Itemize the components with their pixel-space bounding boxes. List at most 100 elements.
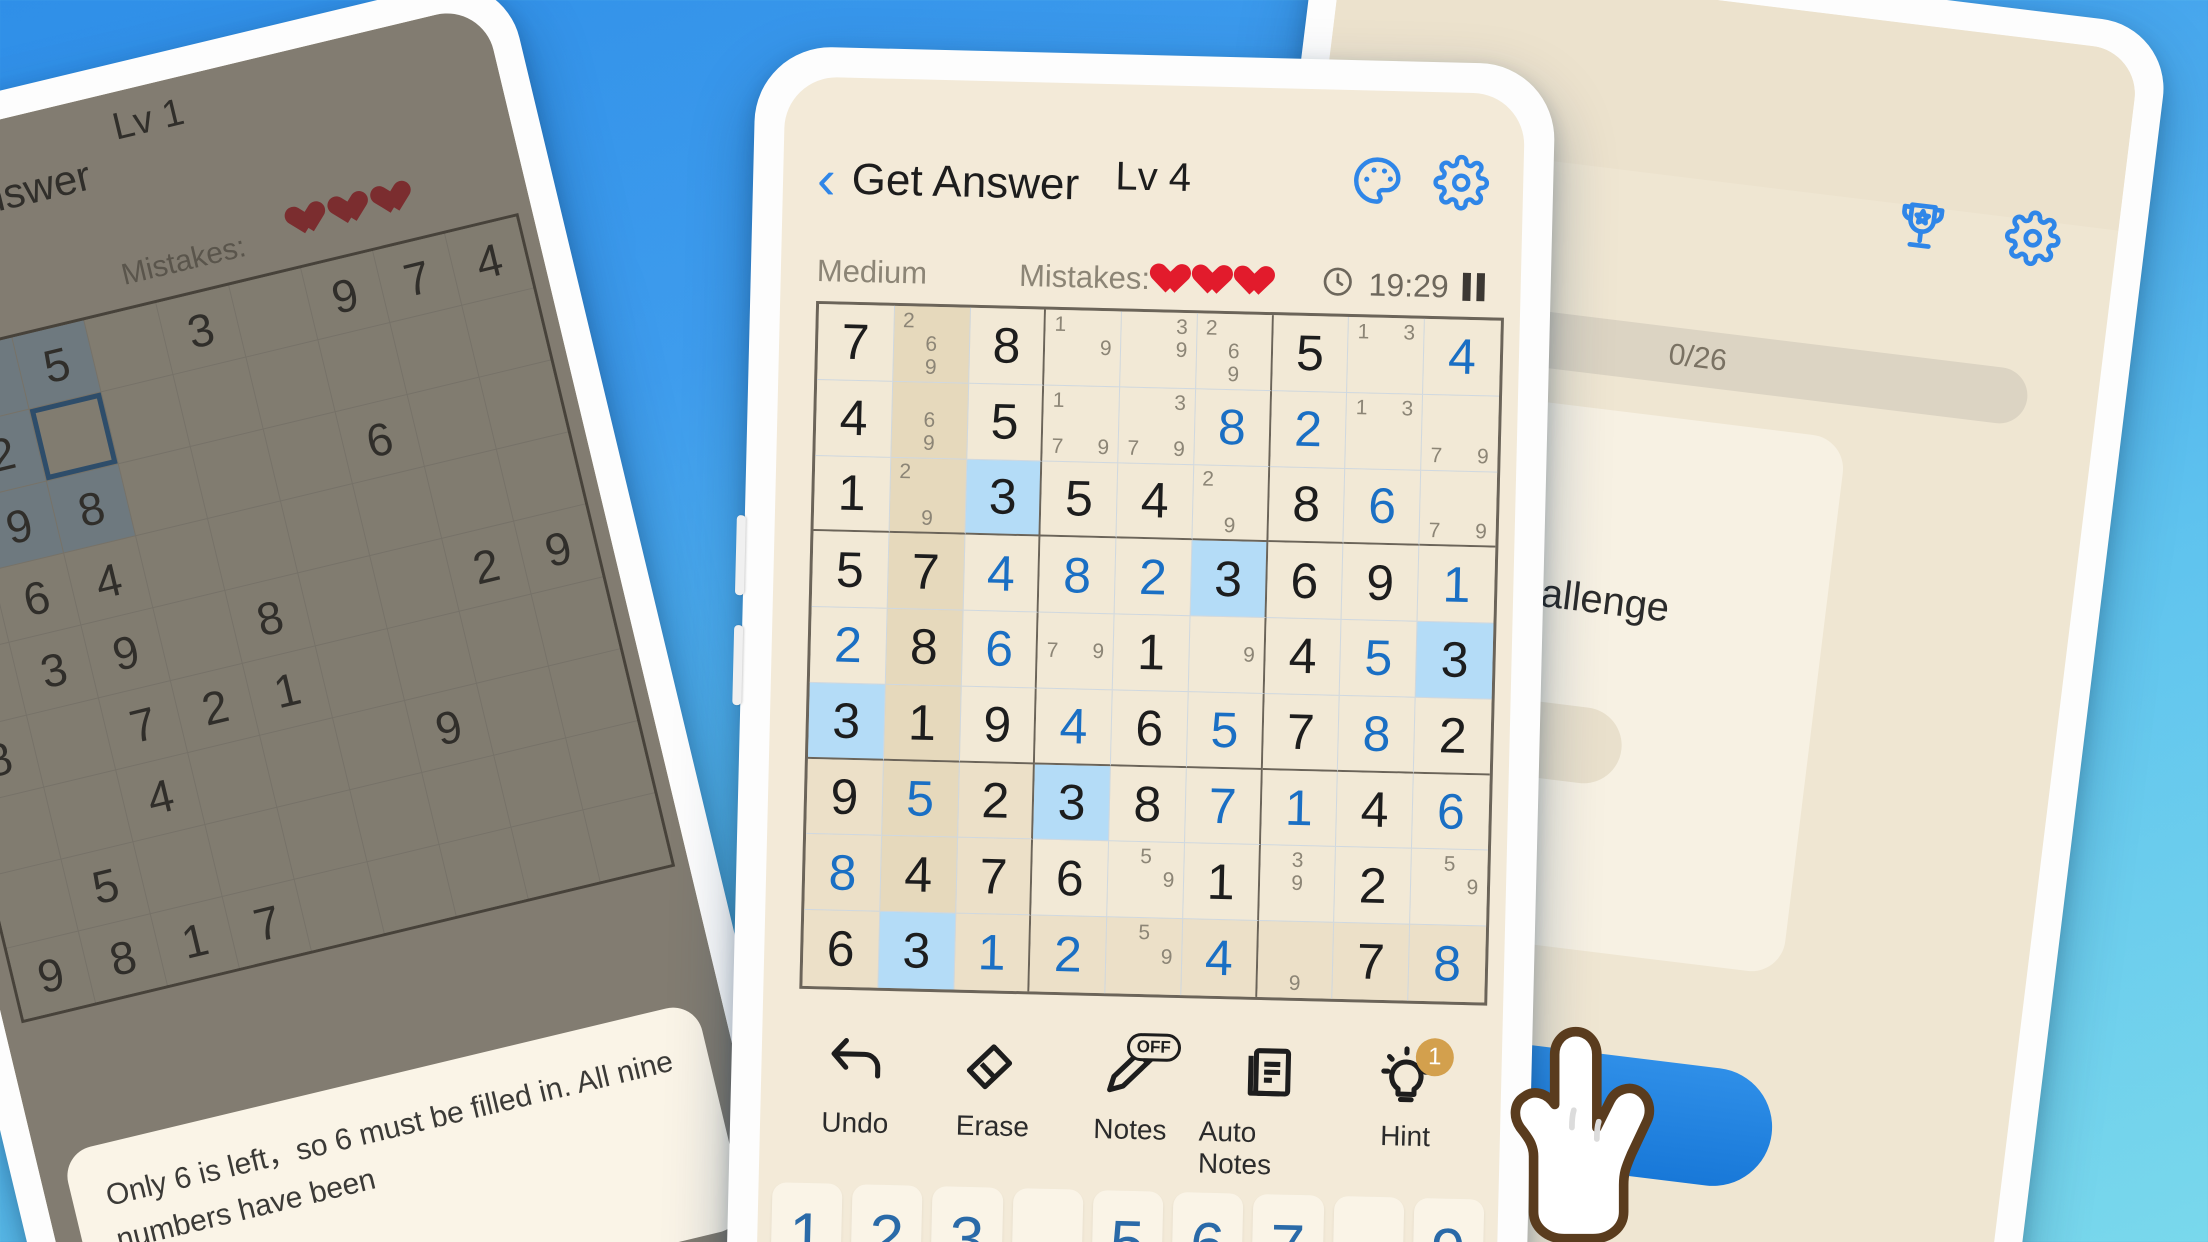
- numpad-key-6[interactable]: 6: [1171, 1191, 1244, 1242]
- sudoku-cell[interactable]: 7: [887, 533, 966, 611]
- left-grid-cell[interactable]: [583, 793, 672, 882]
- hint-button[interactable]: 1 Hint: [1336, 1037, 1476, 1154]
- sudoku-cell[interactable]: 2: [1114, 538, 1193, 617]
- sudoku-cell[interactable]: 3: [1190, 540, 1269, 619]
- sudoku-cell[interactable]: 8: [1268, 466, 1346, 545]
- sudoku-cell[interactable]: 2: [957, 762, 1036, 840]
- sudoku-cell[interactable]: 6: [1031, 839, 1110, 918]
- sudoku-cell[interactable]: 9: [1256, 921, 1335, 999]
- sudoku-cell[interactable]: 2: [1334, 847, 1413, 925]
- sudoku-cell[interactable]: 6: [1266, 542, 1344, 621]
- sudoku-cell[interactable]: 6: [802, 910, 880, 988]
- sudoku-cell[interactable]: 79: [1421, 394, 1500, 473]
- sudoku-cell[interactable]: 269: [1195, 313, 1274, 391]
- sudoku-cell[interactable]: 7: [1262, 693, 1341, 772]
- gear-icon[interactable]: [2002, 207, 2064, 269]
- sudoku-cell[interactable]: 1: [1417, 546, 1496, 624]
- sudoku-cell[interactable]: 4: [1116, 462, 1195, 541]
- numpad-key-empty[interactable]: [1331, 1195, 1405, 1242]
- gear-icon[interactable]: [1433, 154, 1490, 211]
- sudoku-cell[interactable]: 269: [892, 305, 971, 384]
- palette-icon[interactable]: [1349, 152, 1406, 209]
- sudoku-cell[interactable]: 5: [881, 760, 960, 839]
- sudoku-cell[interactable]: 8: [968, 307, 1047, 386]
- sudoku-cell[interactable]: 4: [1181, 919, 1259, 997]
- sudoku-cell[interactable]: 9: [1188, 616, 1267, 694]
- sudoku-cell[interactable]: 59: [1105, 917, 1184, 996]
- sudoku-cell[interactable]: 4: [1336, 771, 1414, 850]
- numpad-key-5[interactable]: 5: [1090, 1190, 1164, 1242]
- sudoku-cell[interactable]: 4: [963, 534, 1041, 613]
- sudoku-cell[interactable]: 59: [1410, 849, 1488, 927]
- sudoku-cell[interactable]: 6: [1110, 690, 1189, 768]
- sudoku-cell[interactable]: 1: [953, 913, 1032, 992]
- sudoku-cell[interactable]: 1: [813, 455, 892, 534]
- sudoku-cell[interactable]: 4: [1423, 318, 1501, 397]
- sudoku-cell[interactable]: 8: [885, 608, 964, 687]
- undo-button[interactable]: Undo: [786, 1029, 926, 1141]
- sudoku-cell[interactable]: 6: [1412, 773, 1490, 851]
- numpad-key-9[interactable]: 9: [1411, 1197, 1485, 1242]
- sudoku-cell[interactable]: 1: [1112, 614, 1191, 693]
- sudoku-cell[interactable]: 4: [879, 836, 958, 914]
- left-sudoku-grid[interactable]: 31539744279866463982987214959817: [0, 212, 676, 1024]
- erase-button[interactable]: Erase: [923, 1032, 1063, 1144]
- sudoku-cell[interactable]: 6: [1343, 468, 1422, 547]
- sudoku-cell[interactable]: 29: [889, 457, 967, 535]
- notes-button[interactable]: OFF Notes: [1061, 1032, 1201, 1147]
- sudoku-cell[interactable]: 8: [1194, 389, 1272, 467]
- number-pad[interactable]: 123 567 9: [770, 1182, 1485, 1242]
- sudoku-cell[interactable]: 39: [1258, 845, 1337, 924]
- sudoku-cell[interactable]: 4: [1035, 688, 1113, 766]
- sudoku-cell[interactable]: 7: [1332, 923, 1411, 1001]
- sudoku-cell[interactable]: 19: [1044, 309, 1123, 388]
- sudoku-cell[interactable]: 59: [1107, 841, 1185, 920]
- sudoku-cell[interactable]: 1: [1183, 843, 1261, 922]
- sudoku-cell[interactable]: 8: [1038, 536, 1117, 615]
- sudoku-cell[interactable]: 9: [806, 758, 884, 837]
- back-icon[interactable]: ‹: [816, 147, 836, 210]
- sudoku-cell[interactable]: 5: [966, 383, 1045, 462]
- numpad-key-1[interactable]: 1: [770, 1182, 843, 1242]
- sudoku-cell[interactable]: 29: [1192, 464, 1270, 543]
- sudoku-cell[interactable]: 5: [1186, 692, 1265, 770]
- sudoku-cell[interactable]: 7: [1184, 767, 1263, 846]
- sudoku-cell[interactable]: 1: [1260, 769, 1339, 848]
- sudoku-cell[interactable]: 8: [804, 834, 882, 912]
- numpad-key-3[interactable]: 3: [930, 1186, 1004, 1242]
- sudoku-cell[interactable]: 8: [1338, 695, 1416, 774]
- sudoku-cell[interactable]: 1 7 9: [1042, 385, 1121, 463]
- sudoku-cell[interactable]: 13: [1347, 316, 1426, 395]
- sudoku-cell[interactable]: 3: [1033, 764, 1111, 842]
- sudoku-cell[interactable]: 3: [965, 459, 1043, 537]
- sudoku-grid[interactable]: 7269819392695134469517937982137912935429…: [799, 300, 1504, 1006]
- numpad-key-empty[interactable]: [1010, 1188, 1084, 1242]
- sudoku-cell[interactable]: 2: [1029, 915, 1108, 994]
- sudoku-cell[interactable]: 5: [811, 531, 890, 609]
- sudoku-cell[interactable]: 13: [1345, 392, 1424, 471]
- sudoku-cell[interactable]: 69: [891, 381, 969, 460]
- sudoku-cell[interactable]: 3: [1415, 621, 1494, 700]
- numpad-key-2[interactable]: 2: [850, 1184, 923, 1242]
- sudoku-cell[interactable]: 2: [1413, 697, 1492, 776]
- sudoku-cell[interactable]: 3: [878, 911, 956, 990]
- sudoku-cell[interactable]: 79: [1419, 470, 1498, 548]
- sudoku-cell[interactable]: 79: [1037, 612, 1115, 691]
- sudoku-cell[interactable]: 2: [809, 607, 888, 685]
- sudoku-cell[interactable]: 3 7 9: [1118, 387, 1196, 465]
- sudoku-cell[interactable]: 7: [955, 838, 1034, 916]
- sudoku-cell[interactable]: 6: [961, 610, 1039, 689]
- sudoku-cell[interactable]: 2: [1269, 390, 1348, 469]
- sudoku-cell[interactable]: 9: [959, 686, 1038, 765]
- sudoku-cell[interactable]: 8: [1408, 924, 1487, 1003]
- sudoku-cell[interactable]: 39: [1120, 311, 1198, 390]
- sudoku-cell[interactable]: 3: [807, 682, 886, 761]
- sudoku-cell[interactable]: 4: [1264, 618, 1342, 696]
- auto-notes-button[interactable]: Auto Notes: [1198, 1039, 1339, 1183]
- numpad-key-7[interactable]: 7: [1251, 1193, 1324, 1242]
- sudoku-cell[interactable]: 9: [1341, 544, 1420, 622]
- sudoku-cell[interactable]: 5: [1271, 315, 1350, 393]
- pause-icon[interactable]: [1462, 272, 1486, 302]
- sudoku-cell[interactable]: 8: [1109, 765, 1187, 844]
- sudoku-cell[interactable]: 5: [1040, 461, 1119, 539]
